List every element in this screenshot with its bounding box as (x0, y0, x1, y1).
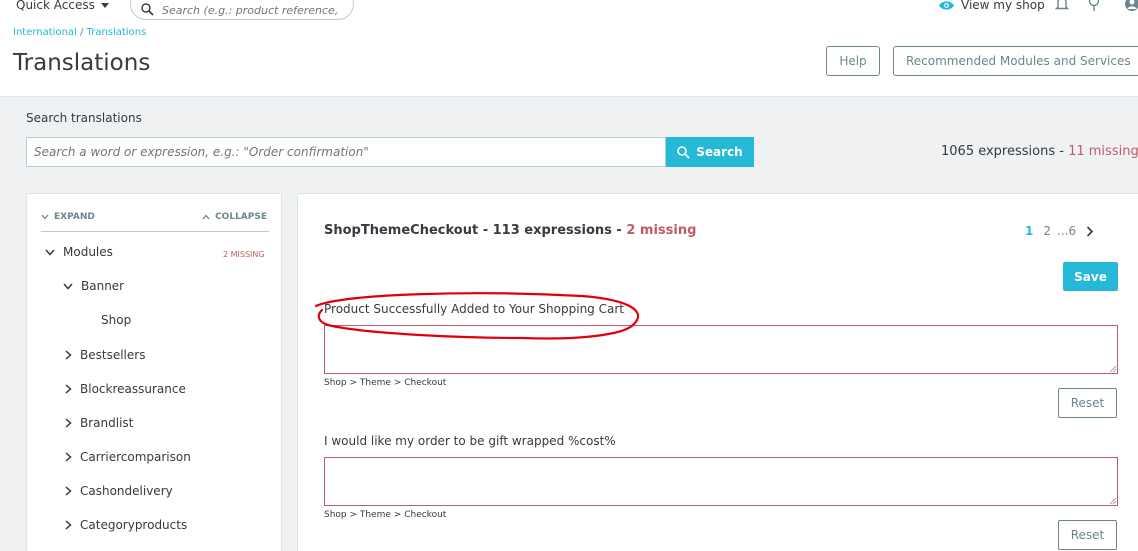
search-button[interactable]: Search (666, 137, 754, 167)
summary-separator: - (1055, 144, 1069, 159)
chevron-right-icon (65, 418, 72, 428)
chevron-right-icon (65, 384, 72, 394)
search-translations-label: Search translations (26, 111, 142, 125)
collapse-all-link[interactable]: COLLAPSE (202, 212, 267, 222)
help-button[interactable]: Help (826, 46, 880, 76)
tree-item-label: Blockreassurance (80, 382, 186, 396)
expression-domain-path: Shop > Theme > Checkout (324, 510, 447, 520)
tree-item-carriercomparison[interactable]: Carriercomparison (65, 450, 191, 464)
expand-all-link[interactable]: EXPAND (41, 212, 95, 222)
translation-textarea[interactable] (324, 457, 1118, 506)
search-icon (677, 145, 690, 159)
reset-button[interactable]: Reset (1058, 388, 1117, 418)
domain-missing: 2 missing (626, 223, 697, 238)
total-expressions: 1065 expressions (941, 144, 1056, 159)
expression-domain-path: Shop > Theme > Checkout (324, 378, 447, 388)
page-title: Translations (13, 50, 151, 76)
search-translations-input[interactable] (26, 137, 666, 167)
chevron-down-icon (63, 283, 73, 290)
recommended-modules-button[interactable]: Recommended Modules and Services (893, 46, 1138, 76)
chevron-right-icon[interactable] (1086, 225, 1094, 237)
tree-item-shop[interactable]: Shop (101, 313, 131, 327)
tree-item-label: Bestsellers (80, 348, 146, 362)
red-annotation-ellipse (314, 292, 640, 340)
tree-item-blockreassurance[interactable]: Blockreassurance (65, 382, 186, 396)
ellipsis-text: ... (1057, 224, 1069, 238)
header-search-box[interactable] (130, 0, 354, 20)
tree-item-brandlist[interactable]: Brandlist (65, 416, 133, 430)
eye-icon (939, 0, 954, 10)
tree-item-modules[interactable]: Modules (45, 245, 113, 259)
expression-source-text: I would like my order to be gift wrapped… (324, 434, 616, 448)
search-button-label: Search (696, 145, 743, 159)
tree-item-label: Shop (101, 313, 132, 327)
tree-item-label: Categoryproducts (80, 518, 188, 532)
tree-item-banner[interactable]: Banner (63, 279, 124, 293)
tree-item-bestsellers[interactable]: Bestsellers (65, 348, 145, 362)
collapse-label: COLLAPSE (215, 212, 267, 222)
page-link-last[interactable]: 6 (1068, 224, 1076, 238)
expand-label: EXPAND (54, 212, 95, 222)
chevron-right-icon (65, 350, 72, 360)
breadcrumb-separator: / (80, 27, 84, 38)
page-ellipsis: ...6 (1057, 224, 1076, 238)
lightbulb-icon[interactable] (1086, 0, 1102, 12)
search-translations-row: Search (26, 137, 754, 167)
caret-down-icon (100, 2, 109, 8)
user-account-icon[interactable] (1124, 0, 1138, 12)
translation-tree-panel: EXPAND COLLAPSE 2 MISSING Modules Banner… (26, 193, 282, 551)
tree-item-label: Carriercomparison (80, 450, 191, 464)
tree-item-cashondelivery[interactable]: Cashondelivery (65, 484, 173, 498)
search-icon (141, 2, 154, 16)
quick-access-label: Quick Access (16, 0, 95, 12)
view-my-shop-label: View my shop (961, 0, 1045, 12)
view-my-shop-link[interactable]: View my shop (938, 0, 1045, 12)
total-missing: 11 missing (1068, 144, 1138, 159)
tree-item-categoryproducts[interactable]: Categoryproducts (65, 518, 187, 532)
tree-item-label: Banner (81, 279, 125, 293)
domain-title: ShopThemeCheckout - 113 expressions - 2 … (324, 223, 696, 238)
expressions-summary: 1065 expressions - 11 missing (941, 144, 1138, 159)
reset-button[interactable]: Reset (1058, 520, 1117, 550)
modules-missing-badge: 2 MISSING (223, 250, 265, 259)
chevron-right-icon (65, 520, 72, 530)
chevron-right-icon (65, 486, 72, 496)
tree-item-label: Brandlist (80, 416, 134, 430)
chevron-right-icon (65, 452, 72, 462)
notification-bell-icon[interactable] (1055, 0, 1069, 12)
quick-access-menu[interactable]: Quick Access (16, 0, 109, 12)
breadcrumb-translations[interactable]: Translations (87, 27, 147, 38)
domain-expressions: - 113 expressions - (478, 223, 627, 238)
chevron-down-icon (45, 249, 55, 256)
resize-grip-icon[interactable] (1109, 365, 1117, 373)
domain-name: ShopThemeCheckout (324, 223, 479, 238)
tree-controls: EXPAND COLLAPSE (41, 212, 269, 232)
translation-editor-panel: ShopThemeCheckout - 113 expressions - 2 … (297, 193, 1138, 551)
breadcrumb: International / Translations (13, 27, 146, 38)
breadcrumb-international[interactable]: International (13, 27, 77, 38)
tree-item-label: Cashondelivery (80, 484, 173, 498)
top-navigation-bar: Quick Access View my shop (0, 0, 1138, 22)
chevron-up-icon (202, 214, 210, 220)
page-link-2[interactable]: 2 (1043, 224, 1051, 238)
chevron-down-icon (41, 214, 49, 220)
tree-item-label: Modules (63, 245, 113, 259)
header-search-input[interactable] (162, 3, 342, 17)
page-link-1[interactable]: 1 (1025, 224, 1033, 238)
pagination: 1 2 ...6 (1025, 224, 1094, 238)
resize-grip-icon[interactable] (1109, 497, 1117, 505)
save-button[interactable]: Save (1063, 262, 1118, 291)
